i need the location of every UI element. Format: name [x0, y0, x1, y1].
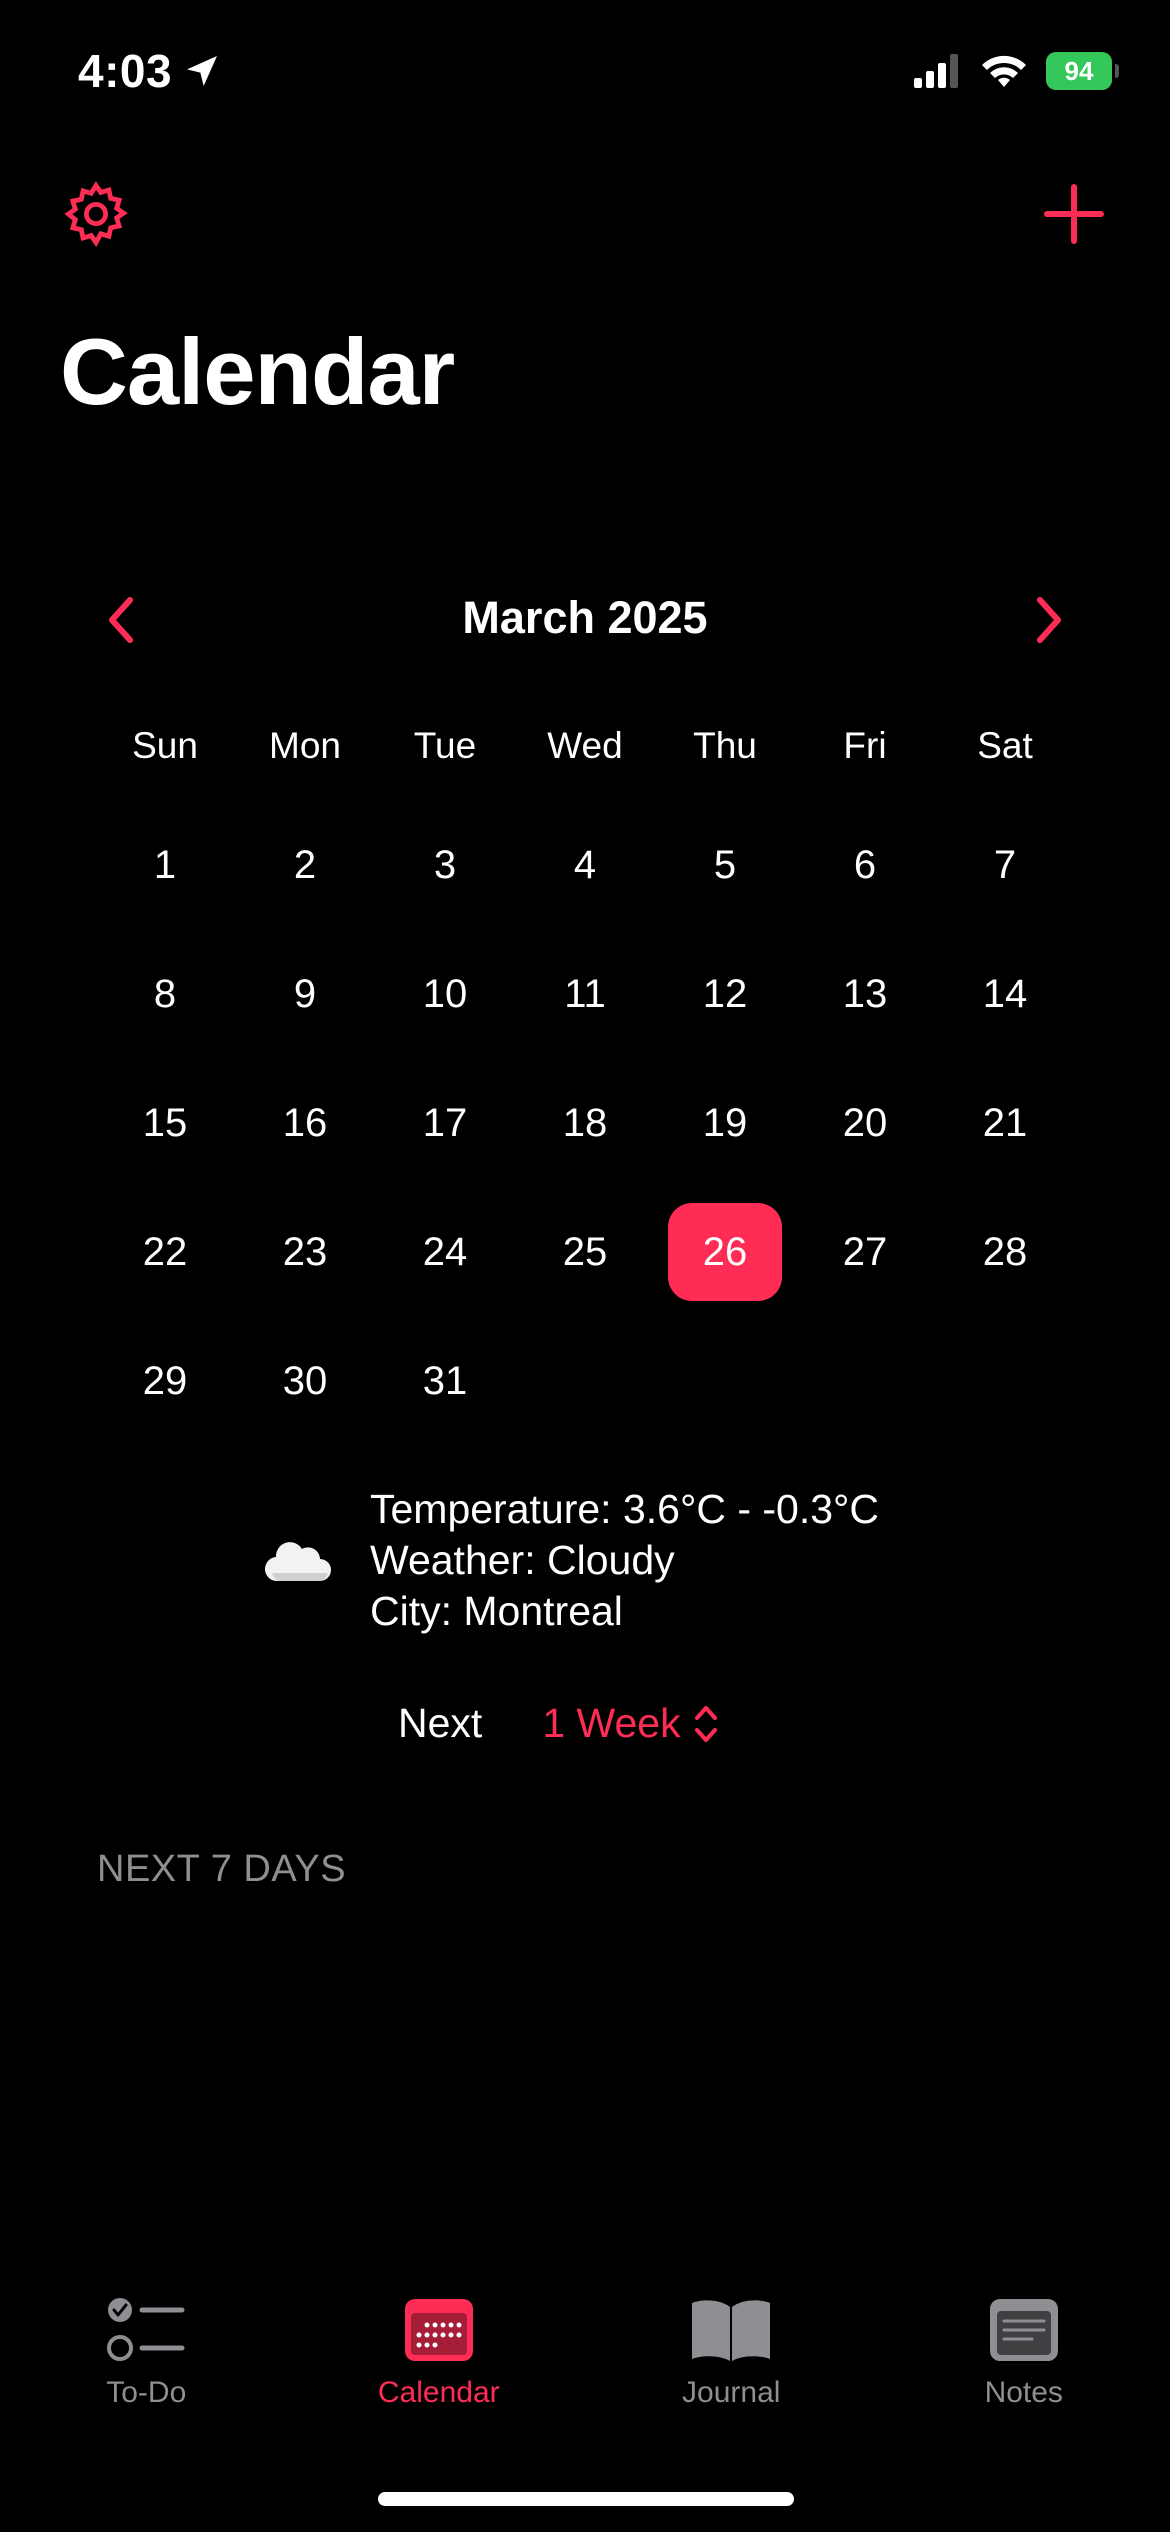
range-picker[interactable]: 1 Week [542, 1700, 718, 1747]
calendar-day[interactable]: 29 [108, 1332, 222, 1430]
calendar-day[interactable]: 1 [108, 816, 222, 914]
calendar-day[interactable]: 9 [248, 945, 362, 1043]
calendar-days-grid: 1 2 3 4 5 6 7 8 9 10 11 12 13 14 15 16 1… [95, 816, 1075, 1461]
calendar-day[interactable]: 22 [108, 1203, 222, 1301]
calendar-day[interactable]: 16 [248, 1074, 362, 1172]
battery-level: 94 [1064, 55, 1094, 86]
notes-icon [979, 2290, 1069, 2370]
tab-todo[interactable]: To-Do [0, 2290, 293, 2450]
calendar-day[interactable]: 25 [528, 1203, 642, 1301]
calendar-day[interactable]: 15 [108, 1074, 222, 1172]
calendar-day[interactable]: 7 [948, 816, 1062, 914]
tab-bar: To-Do Calendar Journal Notes [0, 2290, 1170, 2450]
calendar-day[interactable]: 10 [388, 945, 502, 1043]
weekday-label: Sun [132, 725, 198, 766]
plus-icon [1044, 184, 1104, 244]
tab-journal[interactable]: Journal [585, 2290, 878, 2450]
tab-calendar[interactable]: Calendar [293, 2290, 586, 2450]
calendar-day[interactable]: 3 [388, 816, 502, 914]
weekday-label: Thu [693, 725, 757, 766]
tab-label: Calendar [377, 2376, 500, 2409]
book-icon [686, 2290, 776, 2370]
weather-temperature: Temperature: 3.6°C - -0.3°C [370, 1486, 880, 1532]
gear-icon [64, 181, 128, 248]
tab-label: Notes [984, 2376, 1063, 2409]
weekday-label: Tue [413, 725, 477, 766]
calendar-day[interactable]: 12 [668, 945, 782, 1043]
calendar-day[interactable]: 17 [388, 1074, 502, 1172]
calendar-day-selected[interactable]: 26 [668, 1203, 782, 1301]
chevron-right-icon [1037, 597, 1061, 643]
tab-label: To-Do [106, 2376, 187, 2409]
tab-notes[interactable]: Notes [878, 2290, 1170, 2450]
calendar-day[interactable]: 20 [808, 1074, 922, 1172]
calendar-day[interactable]: 31 [388, 1332, 502, 1430]
status-time-label: 4:03 [78, 45, 173, 97]
calendar-day[interactable]: 30 [248, 1332, 362, 1430]
weather-details: Temperature: 3.6°C - -0.3°C Weather: Clo… [370, 1484, 879, 1637]
location-arrow-icon [187, 56, 218, 86]
month-title: March 2025 [462, 592, 708, 643]
weather-summary: Temperature: 3.6°C - -0.3°C Weather: Clo… [264, 1484, 879, 1637]
weather-city: City: Montreal [370, 1588, 623, 1634]
cloud-icon [264, 1541, 331, 1581]
weekday-header: Sun Mon Tue Wed Thu Fri Sat [95, 725, 1075, 767]
calendar-day[interactable]: 24 [388, 1203, 502, 1301]
calendar-day[interactable]: 6 [808, 816, 922, 914]
weekday-label: Fri [843, 725, 887, 766]
calendar-icon [394, 2290, 484, 2370]
calendar-day[interactable]: 14 [948, 945, 1062, 1043]
calendar-day[interactable]: 5 [668, 816, 782, 914]
section-header: NEXT 7 DAYS [97, 1848, 347, 1890]
calendar-day[interactable]: 4 [528, 816, 642, 914]
checklist-icon [101, 2290, 191, 2370]
range-label: Next [398, 1700, 483, 1746]
weekday-label: Sat [977, 725, 1033, 766]
add-button[interactable] [1038, 178, 1110, 250]
status-time: 4:03 [78, 44, 222, 98]
weather-condition: Weather: Cloudy [370, 1537, 675, 1583]
weekday-label: Mon [269, 725, 341, 766]
calendar-day[interactable]: 11 [528, 945, 642, 1043]
wifi-icon [982, 55, 1026, 87]
calendar-day[interactable]: 23 [248, 1203, 362, 1301]
home-indicator [378, 2492, 794, 2506]
signal-icon [914, 54, 958, 88]
chevron-up-down-icon [694, 1705, 717, 1742]
tab-label: Journal [682, 2376, 781, 2409]
calendar-day[interactable]: 27 [808, 1203, 922, 1301]
status-indicators: 94 [914, 52, 1119, 90]
battery-indicator: 94 [1046, 52, 1119, 90]
page-title: Calendar [60, 319, 455, 424]
weekday-label: Wed [547, 725, 623, 766]
calendar-day[interactable]: 2 [248, 816, 362, 914]
range-row: Next 1 Week [398, 1700, 719, 1747]
calendar-day[interactable]: 28 [948, 1203, 1062, 1301]
settings-button[interactable] [60, 178, 132, 250]
range-value: 1 Week [542, 1700, 681, 1746]
calendar-day[interactable]: 21 [948, 1074, 1062, 1172]
calendar-screen: 4:03 94 Calendar March 2025 Sun Mon Tue … [0, 0, 1170, 2532]
next-month-button[interactable] [1026, 592, 1070, 648]
calendar-day[interactable]: 18 [528, 1074, 642, 1172]
calendar-day[interactable]: 8 [108, 945, 222, 1043]
calendar-day[interactable]: 13 [808, 945, 922, 1043]
calendar-day[interactable]: 19 [668, 1074, 782, 1172]
